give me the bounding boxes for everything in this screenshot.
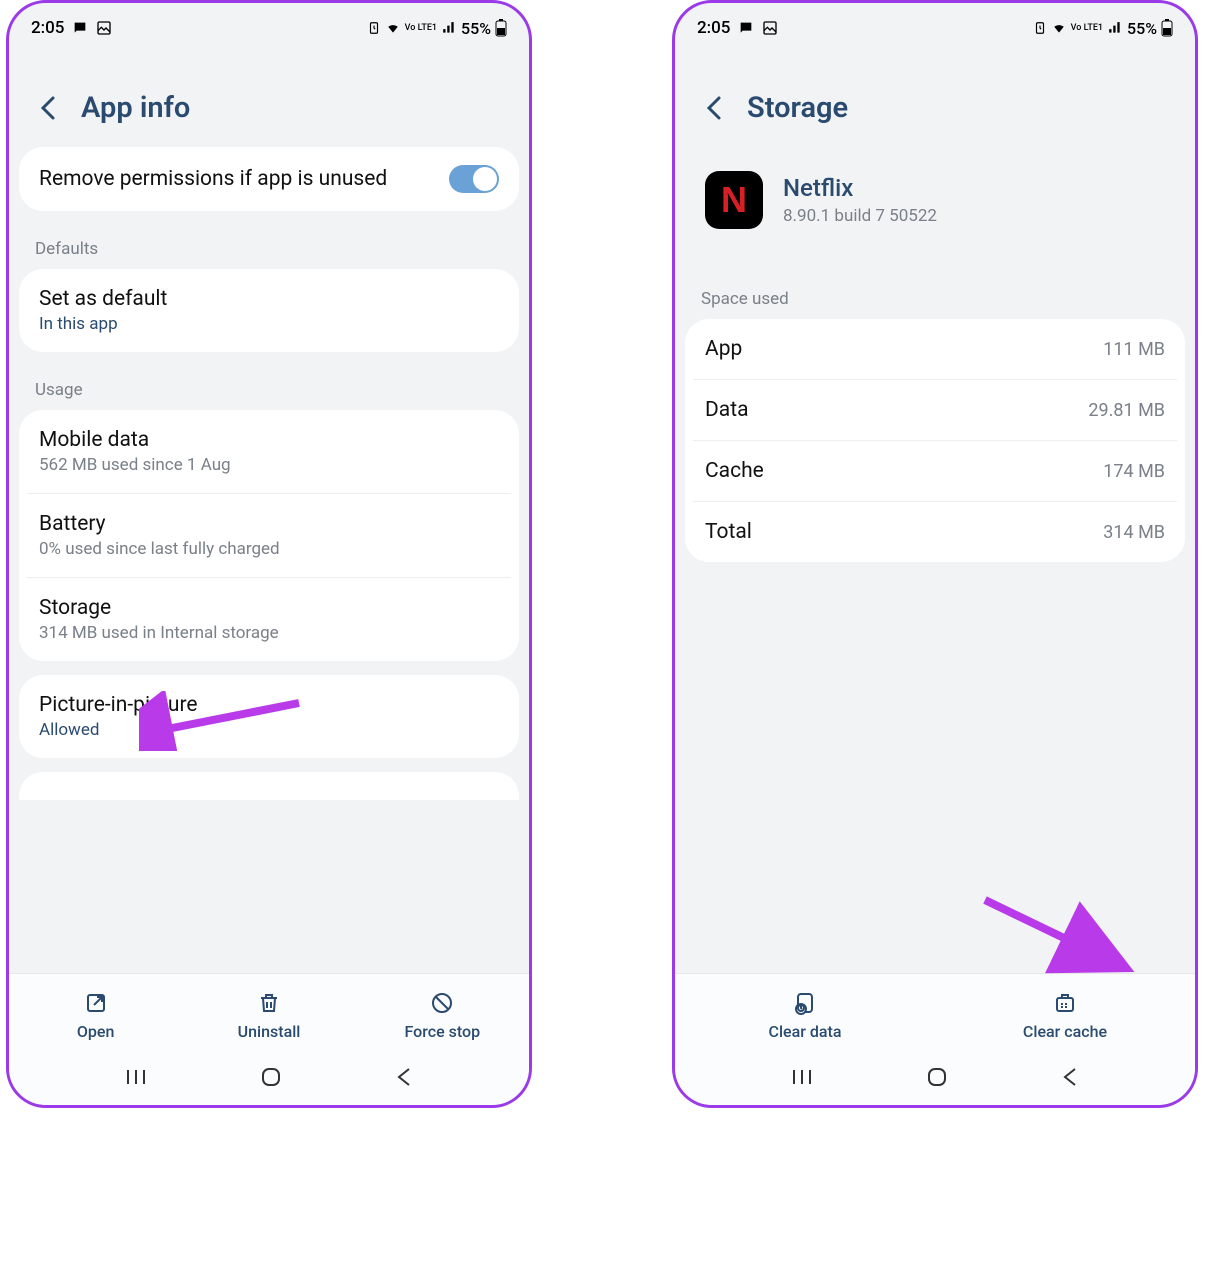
- remove-permissions-toggle[interactable]: [449, 165, 499, 193]
- clear-cache-icon: [1052, 990, 1078, 1016]
- clear-data-button[interactable]: Clear data: [675, 990, 935, 1041]
- defaults-section-label: Defaults: [19, 219, 519, 269]
- nav-back[interactable]: [395, 1066, 413, 1088]
- mobile-data-row[interactable]: Mobile data 562 MB used since 1 Aug: [19, 410, 519, 493]
- chat-icon: [72, 20, 88, 36]
- pip-title: Picture-in-picture: [39, 693, 499, 717]
- page-header: Storage: [675, 47, 1195, 147]
- bottom-actions: Clear data Clear cache: [675, 973, 1195, 1049]
- lte-indicator: Vo LTE1: [405, 24, 437, 33]
- netflix-app-icon: N: [705, 171, 763, 229]
- nav-bar: [9, 1049, 529, 1105]
- uninstall-label: Uninstall: [238, 1022, 301, 1041]
- app-header: N Netflix 8.90.1 build 7 50522: [685, 147, 1185, 269]
- set-as-default-row[interactable]: Set as default In this app: [19, 269, 519, 352]
- space-total-label: Total: [705, 520, 752, 544]
- wifi-icon: [385, 21, 401, 35]
- space-cache-value: 174 MB: [1103, 461, 1165, 482]
- nav-home[interactable]: [925, 1065, 949, 1089]
- space-app-label: App: [705, 337, 742, 361]
- force-stop-button[interactable]: Force stop: [356, 990, 529, 1041]
- space-total-value: 314 MB: [1103, 522, 1165, 543]
- space-app-value: 111 MB: [1103, 339, 1165, 360]
- clear-cache-label: Clear cache: [1023, 1022, 1107, 1041]
- stop-icon: [429, 990, 455, 1016]
- chat-icon: [738, 20, 754, 36]
- mobile-data-sub: 562 MB used since 1 Aug: [39, 455, 499, 475]
- storage-row[interactable]: Storage 314 MB used in Internal storage: [27, 577, 511, 661]
- pip-sub: Allowed: [39, 720, 499, 740]
- space-app-row: App 111 MB: [685, 319, 1185, 379]
- phone-storage: 2:05 Vo LTE1 55%: [672, 0, 1198, 1108]
- open-label: Open: [77, 1022, 115, 1041]
- storage-sub: 314 MB used in Internal storage: [39, 623, 499, 643]
- pip-row[interactable]: Picture-in-picture Allowed: [19, 675, 519, 758]
- battery-saver-icon: [1033, 21, 1047, 35]
- mobile-data-title: Mobile data: [39, 428, 499, 452]
- set-as-default-title: Set as default: [39, 287, 499, 311]
- back-icon[interactable]: [705, 94, 723, 122]
- space-used-label: Space used: [685, 269, 1185, 319]
- nav-recents[interactable]: [791, 1066, 813, 1088]
- status-time: 2:05: [31, 18, 64, 38]
- battery-sub: 0% used since last fully charged: [39, 539, 499, 559]
- back-icon[interactable]: [39, 94, 57, 122]
- battery-icon: [495, 19, 507, 37]
- app-version: 8.90.1 build 7 50522: [783, 206, 937, 226]
- peek-card: [19, 772, 519, 800]
- app-name: Netflix: [783, 174, 937, 202]
- battery-icon: [1161, 19, 1173, 37]
- set-as-default-sub: In this app: [39, 314, 499, 334]
- open-button[interactable]: Open: [9, 990, 182, 1041]
- space-cache-label: Cache: [705, 459, 764, 483]
- space-data-value: 29.81 MB: [1088, 400, 1165, 421]
- signal-icon: [441, 21, 457, 35]
- image-icon: [762, 20, 778, 36]
- clear-cache-button[interactable]: Clear cache: [935, 990, 1195, 1041]
- lte-indicator: Vo LTE1: [1071, 24, 1103, 33]
- battery-title: Battery: [39, 512, 499, 536]
- trash-icon: [256, 990, 282, 1016]
- remove-permissions-row[interactable]: Remove permissions if app is unused: [19, 147, 519, 211]
- usage-section-label: Usage: [19, 360, 519, 410]
- status-bar: 2:05 Vo LTE1 55%: [9, 3, 529, 47]
- storage-title: Storage: [39, 596, 499, 620]
- phone-app-info: 2:05 Vo LTE1 55%: [6, 0, 532, 1108]
- battery-row[interactable]: Battery 0% used since last fully charged: [27, 493, 511, 577]
- nav-bar: [675, 1049, 1195, 1105]
- space-cache-row: Cache 174 MB: [693, 440, 1177, 501]
- clear-data-label: Clear data: [769, 1022, 842, 1041]
- nav-recents[interactable]: [125, 1066, 147, 1088]
- remove-permissions-label: Remove permissions if app is unused: [39, 167, 387, 191]
- battery-percent: 55%: [461, 19, 491, 38]
- space-total-row: Total 314 MB: [693, 501, 1177, 562]
- uninstall-button[interactable]: Uninstall: [182, 990, 355, 1041]
- status-time: 2:05: [697, 18, 730, 38]
- page-header: App info: [9, 47, 529, 147]
- page-title: Storage: [747, 91, 848, 125]
- wifi-icon: [1051, 21, 1067, 35]
- signal-icon: [1107, 21, 1123, 35]
- netflix-icon-letter: N: [721, 179, 747, 221]
- space-data-row: Data 29.81 MB: [693, 379, 1177, 440]
- nav-home[interactable]: [259, 1065, 283, 1089]
- page-title: App info: [81, 91, 190, 125]
- clear-data-icon: [792, 990, 818, 1016]
- image-icon: [96, 20, 112, 36]
- nav-back[interactable]: [1061, 1066, 1079, 1088]
- battery-percent: 55%: [1127, 19, 1157, 38]
- bottom-actions: Open Uninstall Force stop: [9, 973, 529, 1049]
- space-data-label: Data: [705, 398, 749, 422]
- open-icon: [83, 990, 109, 1016]
- force-stop-label: Force stop: [405, 1022, 481, 1041]
- battery-saver-icon: [367, 21, 381, 35]
- status-bar: 2:05 Vo LTE1 55%: [675, 3, 1195, 47]
